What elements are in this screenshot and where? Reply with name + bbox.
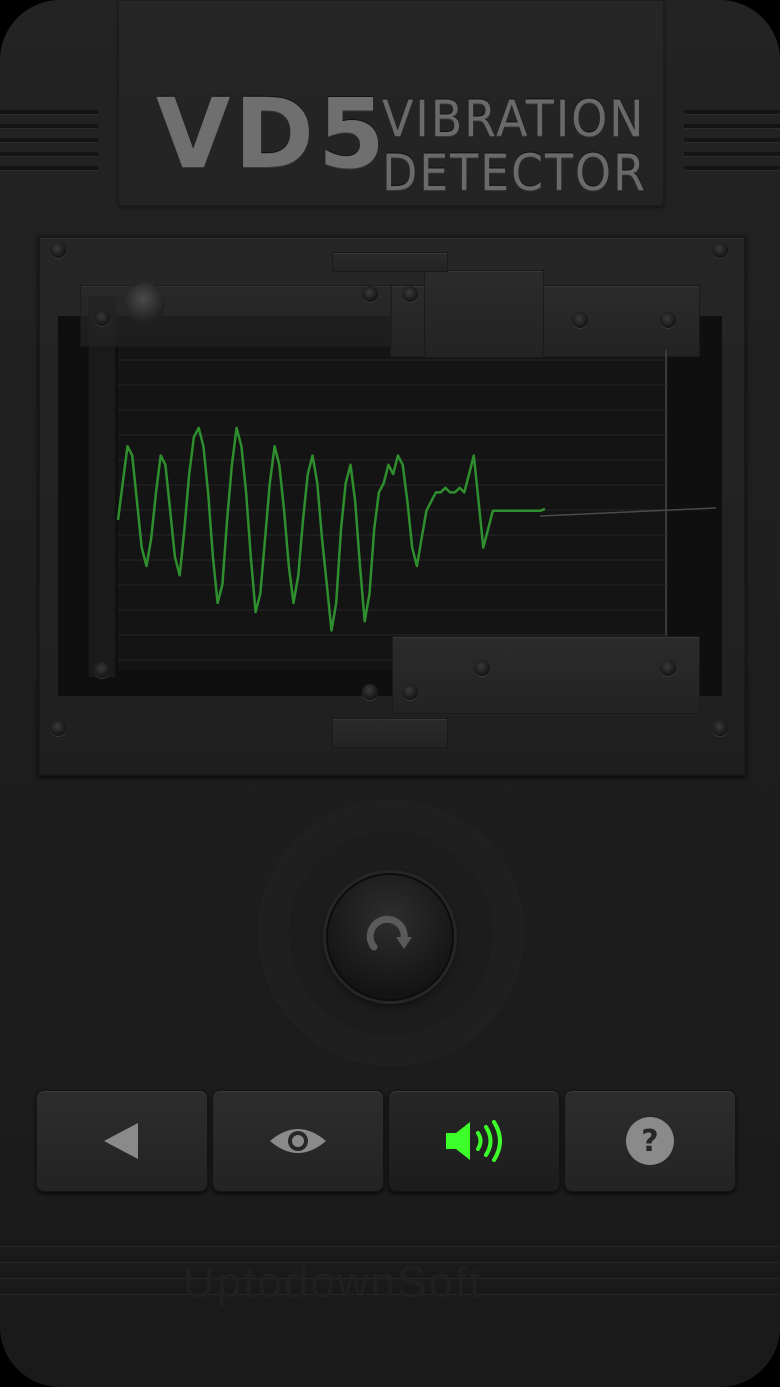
back-triangle-icon (104, 1123, 138, 1159)
waveform-chart (116, 359, 717, 661)
svg-text:?: ? (641, 1124, 658, 1159)
pen-trace-line (539, 507, 717, 517)
speaker-icon (446, 1120, 502, 1162)
view-button[interactable] (212, 1090, 384, 1192)
app-body: VD5 VIBRATION DETECTOR ? UptodownSoft (0, 0, 780, 1387)
watermark-text: UptodownSoft (183, 1258, 484, 1307)
chart-grid (118, 359, 668, 661)
rotate-clockwise-icon (366, 915, 412, 951)
waveform-line (116, 426, 546, 632)
help-button[interactable]: ? (564, 1090, 736, 1192)
help-icon: ? (626, 1117, 674, 1165)
eye-icon (270, 1129, 326, 1153)
bottom-toolbar: ? (36, 1090, 736, 1194)
sound-toggle-button[interactable] (388, 1090, 560, 1192)
back-button[interactable] (36, 1090, 208, 1192)
rotate-button[interactable] (326, 873, 454, 1001)
